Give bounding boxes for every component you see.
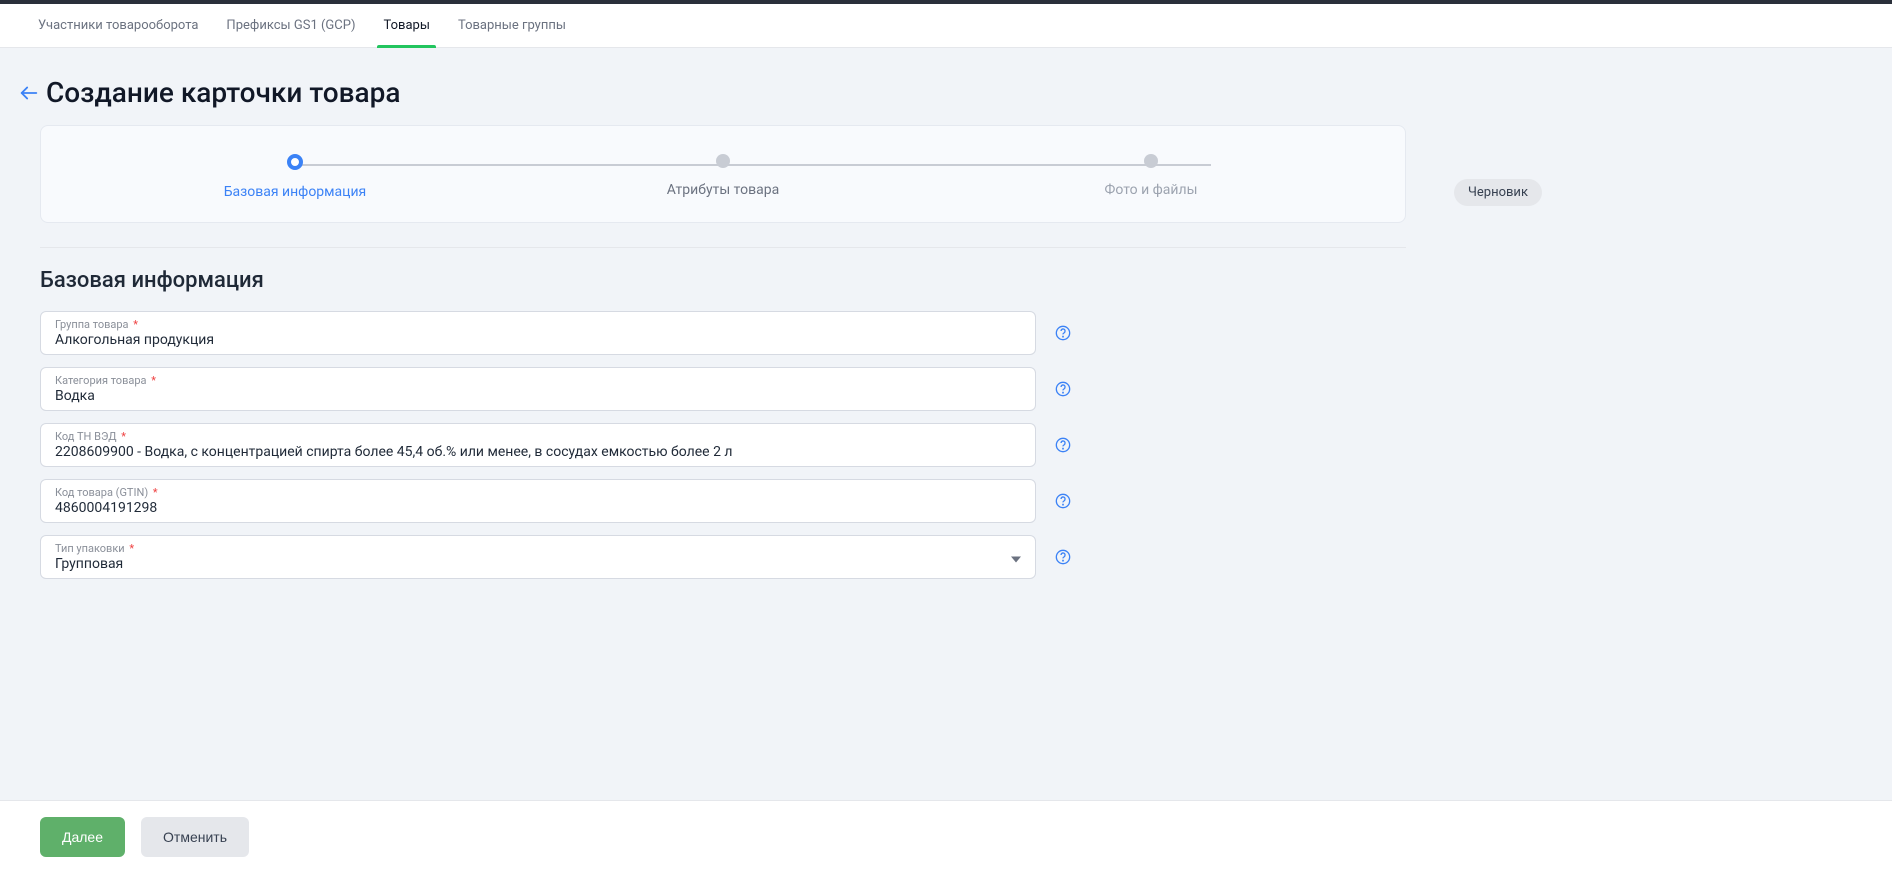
product-group-field[interactable]: Группа товара * Алкогольная продукция [40,311,1036,355]
chevron-down-icon [1011,548,1021,567]
page-title: Создание карточки товара [46,76,400,109]
nav-tab-product-groups[interactable]: Товарные группы [444,4,580,48]
stepper-card: Базовая информация Атрибуты товара Фото … [40,125,1406,223]
stepper-step-basic-info[interactable]: Базовая информация [81,154,509,200]
help-icon[interactable] [1054,436,1072,454]
field-label: Категория товара * [55,374,1021,387]
help-icon[interactable] [1054,380,1072,398]
field-label: Код ТН ВЭД * [55,430,1021,443]
help-icon[interactable] [1054,492,1072,510]
step-label: Базовая информация [224,184,367,200]
step-label: Фото и файлы [1105,182,1198,198]
step-label: Атрибуты товара [667,182,779,198]
nav-tab-gs1-prefixes[interactable]: Префиксы GS1 (GCP) [212,4,369,48]
step-dot-icon [716,154,730,168]
help-icon[interactable] [1054,324,1072,342]
section-title-basic-info: Базовая информация [40,268,1880,293]
field-label: Тип упаковки * [55,542,1021,555]
nav-tab-products[interactable]: Товары [369,4,443,48]
footer-bar: Далее Отменить [0,800,1892,872]
field-value: Алкогольная продукция [55,331,1021,348]
back-arrow-icon[interactable] [18,82,40,104]
field-value: Водка [55,387,1021,404]
next-button[interactable]: Далее [40,817,125,857]
top-nav: Участники товарооборота Префиксы GS1 (GC… [0,4,1892,48]
status-badge: Черновик [1454,179,1542,206]
product-category-field[interactable]: Категория товара * Водка [40,367,1036,411]
step-dot-icon [287,154,303,170]
nav-tab-participants[interactable]: Участники товарооборота [24,4,212,48]
field-value: 2208609900 - Водка, с концентрацией спир… [55,443,1021,460]
field-label: Группа товара * [55,318,1021,331]
help-icon[interactable] [1054,548,1072,566]
field-label: Код товара (GTIN) * [55,486,1021,499]
field-value: Групповая [55,555,1021,572]
cancel-button[interactable]: Отменить [141,817,249,857]
step-dot-icon [1144,154,1158,168]
stepper-step-files: Фото и файлы [937,154,1365,200]
gtin-field[interactable]: Код товара (GTIN) * 4860004191298 [40,479,1036,523]
field-value: 4860004191298 [55,499,1021,516]
stepper-step-attributes[interactable]: Атрибуты товара [509,154,937,200]
tnved-code-field[interactable]: Код ТН ВЭД * 2208609900 - Водка, с конце… [40,423,1036,467]
package-type-select[interactable]: Тип упаковки * Групповая [40,535,1036,579]
